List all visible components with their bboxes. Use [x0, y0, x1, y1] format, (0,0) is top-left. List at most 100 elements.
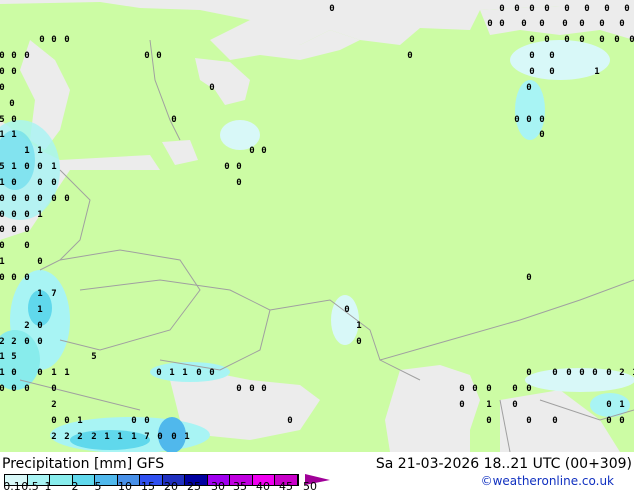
station-value: 0 [0, 83, 5, 93]
station-value: 0 [526, 83, 531, 93]
station-value: 0 [526, 384, 531, 394]
station-value: 0 [24, 384, 29, 394]
station-value: 0 [514, 115, 519, 125]
station-value: 1 [182, 368, 187, 378]
station-value: 0 [236, 384, 241, 394]
station-value: 0 [0, 273, 5, 283]
station-value: 1 [117, 432, 122, 442]
station-value: 0 [606, 400, 611, 410]
map-title: Precipitation [mm] GFS [2, 456, 164, 472]
station-value: 0 [224, 162, 229, 172]
credit-link[interactable]: ©weatheronline.co.uk [481, 474, 614, 488]
station-value: 0 [37, 257, 42, 267]
station-value: 2 [0, 337, 5, 347]
station-value: 1 [486, 400, 491, 410]
station-value: 0 [11, 210, 16, 220]
station-value: 0 [544, 4, 549, 14]
station-value: 0 [24, 162, 29, 172]
station-value: 1 [51, 162, 56, 172]
station-value: 0 [171, 115, 176, 125]
station-value: 2 [77, 432, 82, 442]
station-value: 1 [356, 321, 361, 331]
legend-ticks: 0.1 0.5 1 2 5 10 15 20 25 30 35 40 45 50 [0, 480, 330, 493]
station-value: 0 [606, 368, 611, 378]
station-value: 0 [584, 4, 589, 14]
station-value: 5 [0, 162, 5, 172]
legend-tick: 45 [279, 480, 293, 493]
station-value: 0 [539, 19, 544, 29]
station-value: 0 [11, 115, 16, 125]
station-value: 0 [579, 35, 584, 45]
station-value: 1 [11, 130, 16, 140]
station-value: 5 [11, 352, 16, 362]
station-value: 0 [51, 178, 56, 188]
station-value: 0 [552, 416, 557, 426]
station-value: 1 [0, 257, 5, 267]
station-value: 0 [0, 384, 5, 394]
station-value: 0 [156, 368, 161, 378]
station-value: 2 [64, 432, 69, 442]
station-value: 0 [564, 4, 569, 14]
station-value: 0 [564, 35, 569, 45]
station-value: 0 [0, 241, 5, 251]
legend-tick: 50 [303, 480, 317, 493]
station-value: 0 [487, 19, 492, 29]
station-value: 1 [0, 178, 5, 188]
station-value: 0 [261, 146, 266, 156]
station-value: 7 [144, 432, 149, 442]
station-value: 0 [51, 416, 56, 426]
station-value: 1 [104, 432, 109, 442]
station-value: 1 [77, 416, 82, 426]
station-value: 0 [64, 35, 69, 45]
station-value: 1 [11, 162, 16, 172]
station-value: 0 [156, 51, 161, 61]
legend-tick: 20 [164, 480, 178, 493]
station-value: 0 [51, 384, 56, 394]
legend-tick: 25 [187, 480, 201, 493]
station-value: 0 [329, 4, 334, 14]
station-value: 0 [144, 416, 149, 426]
station-value: 0 [539, 115, 544, 125]
station-value: 0 [11, 384, 16, 394]
station-value: 0 [579, 19, 584, 29]
station-value: 0 [37, 321, 42, 331]
station-value: 1 [37, 210, 42, 220]
station-value: 0 [144, 51, 149, 61]
station-value: 0 [131, 416, 136, 426]
station-value: 0 [552, 368, 557, 378]
station-value: 0 [157, 432, 162, 442]
station-value: 0 [512, 384, 517, 394]
station-value: 0 [11, 178, 16, 188]
station-value: 0 [549, 51, 554, 61]
station-value: 0 [37, 178, 42, 188]
station-value: 0 [24, 225, 29, 235]
station-value: 0 [459, 384, 464, 394]
station-value: 0 [39, 35, 44, 45]
station-value: 0 [526, 273, 531, 283]
station-value: 0 [604, 4, 609, 14]
legend-tick: 2 [71, 480, 79, 493]
station-value: 0 [196, 368, 201, 378]
station-value: 0 [64, 416, 69, 426]
legend-tick: 0.5 [21, 480, 39, 493]
station-value: 2 [51, 400, 56, 410]
station-value: 0 [0, 225, 5, 235]
precipitation-map: 00 0 0 0 0 0 0 00 0 0 0 0 0 0 00 0 0 0 0 0 0 0 0 00 0 0 0 0 0 0 010 0 0 0… [0, 0, 634, 452]
caspian-sea [385, 365, 480, 452]
station-value: 0 [236, 162, 241, 172]
station-value: 0 [37, 368, 42, 378]
station-value: 1 [0, 130, 5, 140]
station-value: 0 [529, 35, 534, 45]
station-value: 0 [521, 19, 526, 29]
station-value: 0 [249, 384, 254, 394]
station-value: 1 [0, 368, 5, 378]
station-value: 2 [24, 321, 29, 331]
station-value: 0 [11, 67, 16, 77]
station-value: 7 [51, 289, 56, 299]
station-value: 0 [64, 194, 69, 204]
title-label: Precipitation [mm] [2, 456, 133, 472]
station-value: 2 [11, 337, 16, 347]
station-value: 0 [0, 67, 5, 77]
station-value: 0 [37, 337, 42, 347]
station-value: 0 [11, 51, 16, 61]
